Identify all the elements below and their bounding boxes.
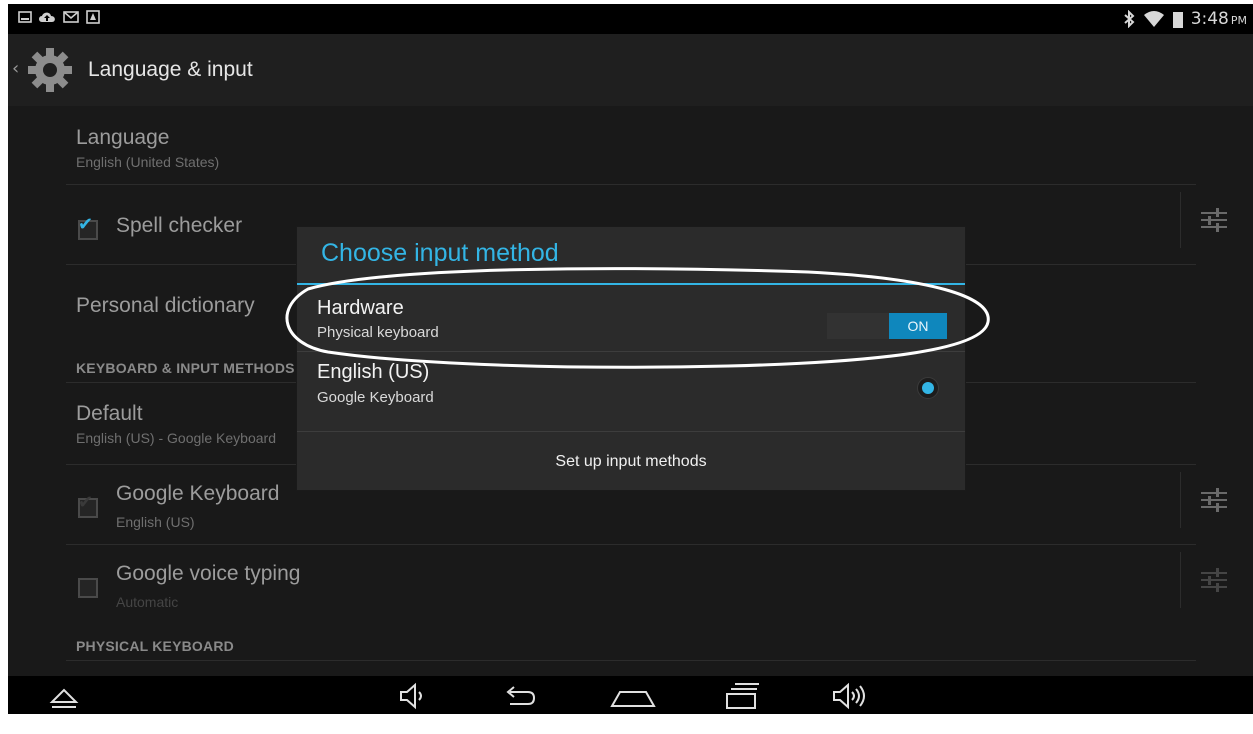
- google-voice-typing-checkbox[interactable]: [78, 578, 98, 598]
- screenshot-icon: [18, 11, 32, 23]
- choose-input-method-dialog: Choose input method Hardware Physical ke…: [297, 227, 965, 490]
- menu-up-icon[interactable]: [44, 682, 84, 710]
- navigation-bar: [8, 676, 1253, 714]
- google-keyboard-title: Google Keyboard: [116, 482, 280, 505]
- spell-checker-title: Spell checker: [116, 214, 243, 237]
- hardware-toggle[interactable]: ON: [827, 313, 947, 339]
- notification-icon: [86, 10, 100, 24]
- toggle-on-label: ON: [889, 313, 947, 339]
- google-voice-typing-setting[interactable]: Google voice typing Automatic: [66, 562, 1196, 612]
- google-voice-typing-title: Google voice typing: [116, 562, 301, 585]
- dialog-title-divider: [297, 283, 965, 285]
- page-title: Language & input: [88, 58, 253, 81]
- wifi-icon: [1143, 11, 1164, 27]
- hardware-row[interactable]: Hardware Physical keyboard ON: [297, 287, 965, 349]
- language-title: Language: [76, 126, 170, 149]
- spell-checker-checkbox[interactable]: ✔: [78, 216, 98, 240]
- sliders-icon: [1201, 488, 1227, 512]
- google-keyboard-settings-button[interactable]: [1180, 472, 1245, 528]
- language-setting[interactable]: Language English (United States): [66, 126, 1196, 170]
- status-bar: 3:48 PM: [8, 4, 1253, 34]
- google-voice-typing-settings-button[interactable]: [1180, 552, 1245, 608]
- dialog-divider: [297, 431, 965, 432]
- gmail-icon: [63, 11, 79, 23]
- divider: [66, 184, 1196, 185]
- hardware-subtitle: Physical keyboard: [317, 324, 439, 341]
- sliders-icon: [1201, 208, 1227, 232]
- bluetooth-icon: [1124, 10, 1135, 28]
- action-bar[interactable]: ‹ Language & input: [8, 34, 1253, 106]
- english-us-title: English (US): [317, 361, 430, 383]
- google-keyboard-checkbox[interactable]: ✔: [78, 494, 98, 518]
- set-up-input-methods-button[interactable]: Set up input methods: [297, 433, 965, 490]
- google-voice-typing-subtitle: Automatic: [116, 594, 179, 610]
- clock: 3:48 PM: [1190, 9, 1247, 29]
- radio-selected-dot: [922, 382, 934, 394]
- dialog-title: Choose input method: [321, 239, 559, 267]
- divider: [66, 544, 1196, 545]
- english-us-radio[interactable]: [917, 377, 939, 399]
- volume-up-icon[interactable]: [830, 682, 870, 710]
- sliders-icon: [1201, 568, 1227, 592]
- settings-gear-icon[interactable]: [26, 46, 74, 94]
- android-screen: 3:48 PM ‹ Language & input Language Engl…: [8, 4, 1253, 714]
- google-keyboard-subtitle: English (US): [116, 514, 195, 530]
- physical-keyboard-section-header: PHYSICAL KEYBOARD: [76, 638, 234, 654]
- status-bar-right: 3:48 PM: [1123, 7, 1247, 31]
- spell-checker-settings-button[interactable]: [1180, 192, 1245, 248]
- battery-icon: [1172, 12, 1183, 28]
- checkmark-icon: ✔: [78, 214, 94, 235]
- checkmark-icon: ✔: [78, 492, 94, 513]
- language-subtitle: English (United States): [76, 154, 220, 170]
- divider: [66, 660, 1196, 661]
- home-icon[interactable]: [608, 682, 658, 710]
- cloud-upload-icon: [39, 12, 55, 22]
- dialog-divider: [297, 351, 965, 352]
- up-caret-icon[interactable]: ‹: [12, 58, 19, 79]
- english-us-row[interactable]: English (US) Google Keyboard: [297, 353, 965, 429]
- hardware-title: Hardware: [317, 297, 404, 319]
- volume-down-icon[interactable]: [391, 682, 431, 710]
- english-us-subtitle: Google Keyboard: [317, 389, 434, 406]
- back-icon[interactable]: [498, 682, 538, 710]
- recents-icon[interactable]: [721, 682, 761, 710]
- keyboard-section-header: KEYBOARD & INPUT METHODS: [76, 360, 295, 376]
